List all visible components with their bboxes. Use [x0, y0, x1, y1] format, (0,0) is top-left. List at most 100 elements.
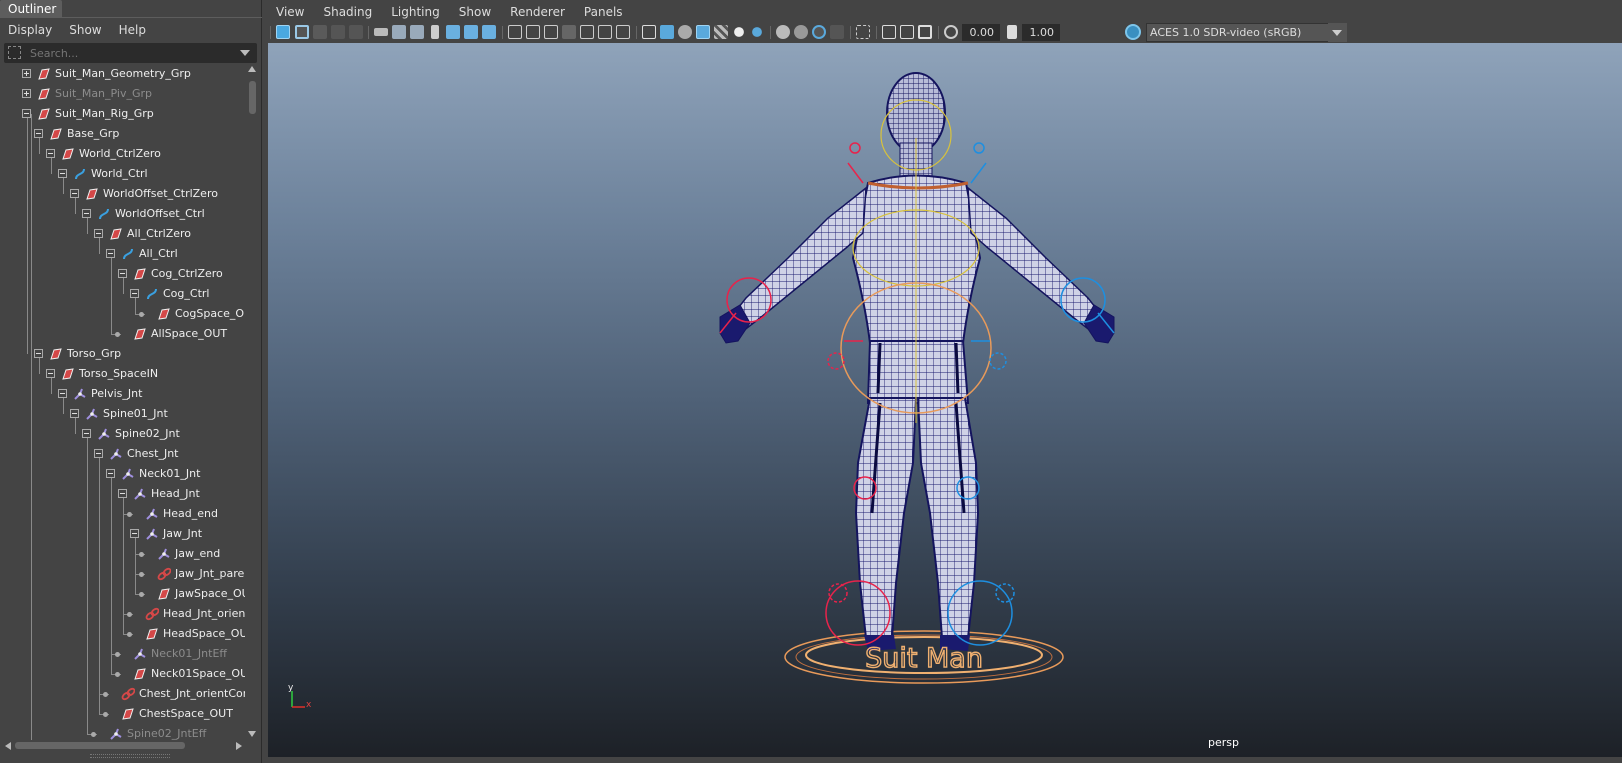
menu-lighting[interactable]: Lighting — [391, 5, 440, 19]
outliner-item[interactable]: All_CtrlZero — [0, 224, 245, 244]
collapse-icon[interactable] — [34, 129, 43, 138]
outliner-item[interactable]: WorldOffset_CtrlZero — [0, 184, 245, 204]
gate-mask-icon[interactable] — [562, 25, 576, 39]
safe-action-icon[interactable] — [598, 25, 612, 39]
gamma-icon[interactable] — [1007, 25, 1017, 39]
camera-move-icon[interactable] — [410, 25, 424, 39]
expand-icon[interactable] — [22, 89, 31, 98]
camera-attributes-icon[interactable] — [295, 25, 309, 39]
outliner-item[interactable]: Jaw_Jnt — [0, 524, 245, 544]
collapse-icon[interactable] — [70, 189, 79, 198]
menu-panels[interactable]: Panels — [584, 5, 623, 19]
collapse-icon[interactable] — [46, 369, 55, 378]
hscroll-thumb[interactable] — [15, 742, 185, 749]
outliner-vertical-scrollbar[interactable] — [247, 64, 257, 740]
menu-display[interactable]: Display — [8, 23, 52, 37]
image-plane-icon[interactable] — [331, 25, 345, 39]
outliner-tab[interactable]: Outliner — [0, 0, 62, 18]
scroll-right-icon[interactable] — [236, 742, 242, 750]
collapse-icon[interactable] — [94, 229, 103, 238]
outliner-item[interactable]: Head_Jnt_orientConstraint1 — [0, 604, 245, 624]
motion-blur-icon[interactable] — [794, 25, 808, 39]
menu-shading[interactable]: Shading — [323, 5, 372, 19]
collapse-icon[interactable] — [82, 429, 91, 438]
bookmark-icon[interactable] — [431, 25, 439, 39]
grease-pencil-icon[interactable] — [374, 28, 388, 36]
scroll-up-icon[interactable] — [248, 66, 256, 72]
outliner-item[interactable]: Cog_Ctrl — [0, 284, 245, 304]
viewport-3d[interactable]: Suit Man y x persp — [268, 43, 1622, 757]
outliner-item[interactable]: ChestSpace_OUT — [0, 704, 245, 724]
scroll-thumb[interactable] — [249, 81, 256, 114]
panel-resize-grip[interactable] — [90, 754, 170, 758]
collapse-icon[interactable] — [58, 169, 67, 178]
outliner-item[interactable]: Torso_SpaceIN — [0, 364, 245, 384]
exposure-icon[interactable] — [944, 25, 958, 39]
anti-aliasing-icon[interactable] — [812, 25, 826, 39]
grid-icon[interactable] — [508, 25, 522, 39]
default-material-icon[interactable] — [678, 25, 692, 39]
shadows-icon[interactable] — [752, 27, 762, 37]
outliner-item[interactable]: Pelvis_Jnt — [0, 384, 245, 404]
outliner-item[interactable]: JawSpace_OUT — [0, 584, 245, 604]
depth-of-field-icon[interactable] — [830, 25, 844, 39]
outliner-item[interactable]: Jaw_Jnt_parentConstraint1 — [0, 564, 245, 584]
outliner-item[interactable]: World_CtrlZero — [0, 144, 245, 164]
color-space-dropdown[interactable]: ACES 1.0 SDR-video (sRGB) — [1146, 23, 1347, 42]
outliner-item[interactable]: Suit_Man_Piv_Grp — [0, 84, 245, 104]
field-chart-icon[interactable] — [580, 25, 594, 39]
search-filter-icon[interactable] — [8, 46, 21, 59]
collapse-icon[interactable] — [106, 249, 115, 258]
exposure-field[interactable]: 0.00 — [962, 24, 1000, 41]
xray-active-icon[interactable] — [900, 25, 914, 39]
wireframe-icon[interactable] — [642, 25, 656, 39]
outliner-item[interactable]: Head_Jnt — [0, 484, 245, 504]
outliner-item[interactable]: Torso_Grp — [0, 344, 245, 364]
collapse-icon[interactable] — [22, 109, 31, 118]
collapse-icon[interactable] — [58, 389, 67, 398]
outliner-item[interactable]: Spine02_JntEff — [0, 724, 245, 740]
outliner-item[interactable]: HeadSpace_OUT — [0, 624, 245, 644]
select-camera-icon[interactable] — [276, 25, 290, 39]
color-management-icon[interactable] — [1125, 24, 1141, 40]
outliner-item[interactable]: Chest_Jnt_orientConstraint1 — [0, 684, 245, 704]
outliner-item[interactable]: World_Ctrl — [0, 164, 245, 184]
snap-icon[interactable] — [446, 25, 460, 39]
outliner-item[interactable]: Base_Grp — [0, 124, 245, 144]
menu-help[interactable]: Help — [119, 23, 146, 37]
collapse-icon[interactable] — [70, 409, 79, 418]
outliner-item[interactable]: Head_end — [0, 504, 245, 524]
outliner-item[interactable]: Chest_Jnt — [0, 444, 245, 464]
textured-icon[interactable] — [714, 25, 728, 39]
resolution-gate-icon[interactable] — [544, 25, 558, 39]
collapse-icon[interactable] — [82, 209, 91, 218]
ambient-occlusion-icon[interactable] — [776, 25, 790, 39]
two-d-pan-zoom-icon[interactable] — [349, 25, 363, 39]
menu-show[interactable]: Show — [459, 5, 491, 19]
collapse-icon[interactable] — [118, 269, 127, 278]
sculpt-icon[interactable] — [464, 25, 478, 39]
collapse-icon[interactable] — [130, 529, 139, 538]
outliner-item[interactable]: Neck01_Jnt — [0, 464, 245, 484]
character-mesh[interactable] — [719, 72, 1115, 651]
outliner-item[interactable]: WorldOffset_Ctrl — [0, 204, 245, 224]
collapse-icon[interactable] — [118, 489, 127, 498]
outliner-item[interactable]: Suit_Man_Geometry_Grp — [0, 64, 245, 84]
outliner-horizontal-scrollbar[interactable] — [4, 740, 246, 752]
wireframe-on-shaded-icon[interactable] — [696, 25, 710, 39]
bookmarks-icon[interactable] — [313, 25, 327, 39]
outliner-item[interactable]: AllSpace_OUT — [0, 324, 245, 344]
outliner-item[interactable]: Cog_CtrlZero — [0, 264, 245, 284]
scroll-down-icon[interactable] — [248, 731, 256, 737]
scroll-left-icon[interactable] — [5, 742, 11, 750]
collapse-icon[interactable] — [106, 469, 115, 478]
collapse-icon[interactable] — [94, 449, 103, 458]
collapse-icon[interactable] — [34, 349, 43, 358]
menu-renderer[interactable]: Renderer — [510, 5, 565, 19]
outliner-item[interactable]: Neck01_JntEff — [0, 644, 245, 664]
film-gate-icon[interactable] — [526, 25, 540, 39]
outliner-item[interactable]: Spine02_Jnt — [0, 424, 245, 444]
camera-icon[interactable] — [392, 25, 406, 39]
isolate-select-icon[interactable] — [856, 25, 870, 39]
smooth-shade-icon[interactable] — [660, 25, 674, 39]
